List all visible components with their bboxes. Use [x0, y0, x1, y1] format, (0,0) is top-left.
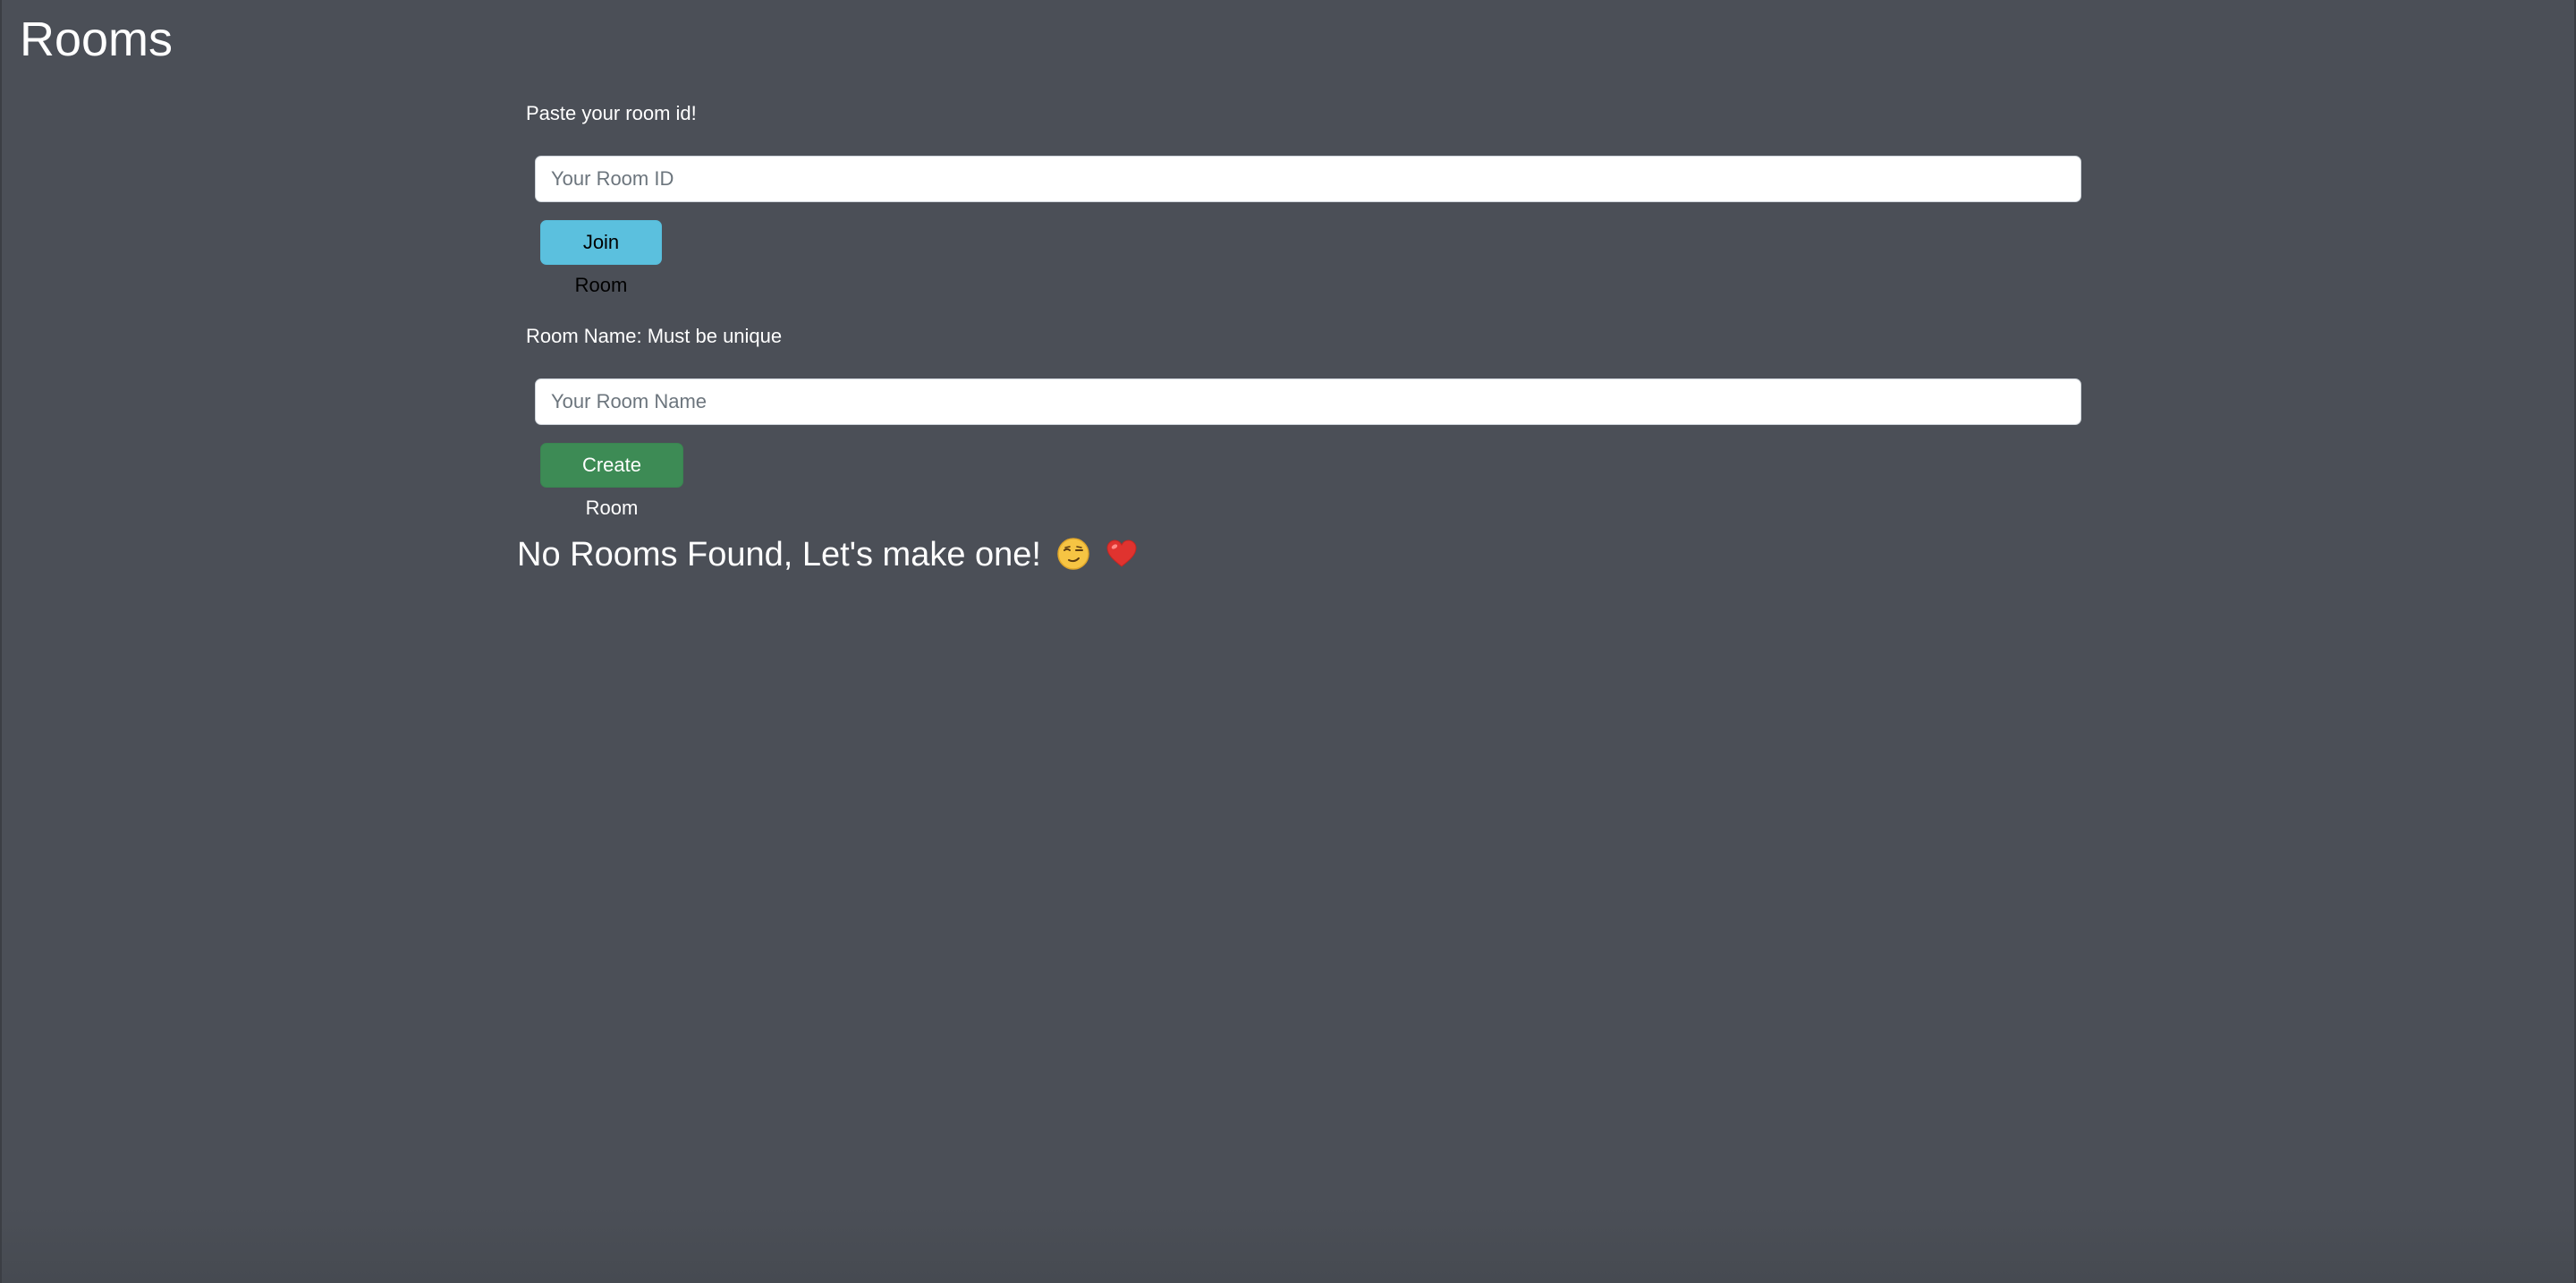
page-title: Rooms [20, 13, 174, 66]
join-room-button[interactable]: Join Room [540, 220, 662, 296]
heart-emoji-icon [1105, 537, 1139, 583]
join-room-label: Paste your room id! [526, 102, 697, 124]
wink-emoji-icon [1056, 537, 1090, 583]
no-rooms-text: No Rooms Found, Let's make one! [517, 536, 1041, 574]
create-room-button[interactable]: Create Room [540, 443, 683, 519]
app-window: Rooms Paste your room id! Join Room Room… [0, 0, 2576, 1283]
create-room-label: Room Name: Must be unique [526, 325, 783, 347]
room-id-input[interactable] [535, 156, 2081, 202]
room-name-input[interactable] [535, 378, 2081, 425]
no-rooms-message: No Rooms Found, Let's make one! [517, 531, 1139, 583]
